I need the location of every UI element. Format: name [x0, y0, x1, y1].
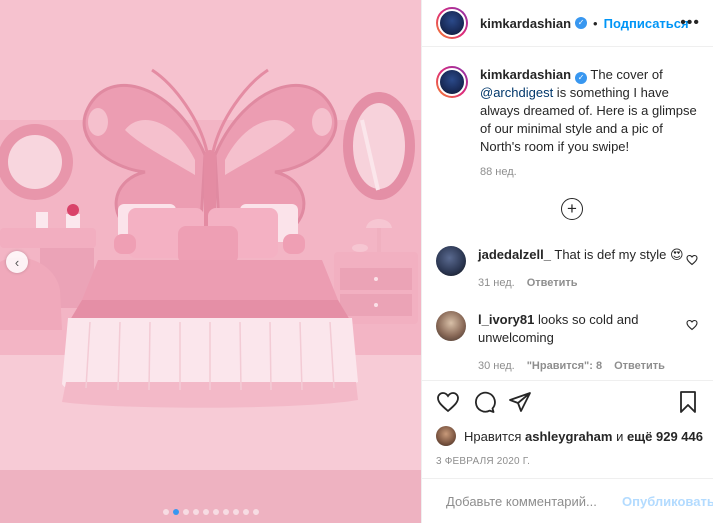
more-options-icon[interactable]: ••• — [680, 14, 700, 32]
follow-button[interactable]: Подписаться — [604, 16, 689, 31]
comment-username[interactable]: l_ivory81 — [478, 312, 534, 327]
comment-meta: 31 нед. Ответить — [478, 274, 688, 292]
comment-bubble-icon[interactable] — [472, 390, 496, 414]
comment-like-heart-icon[interactable] — [686, 319, 698, 331]
plus-icon: + — [567, 199, 577, 218]
bookmark-icon[interactable] — [676, 390, 700, 414]
caption-author-avatar[interactable] — [436, 66, 468, 98]
carousel-dot — [222, 509, 229, 515]
liker-avatar[interactable] — [436, 426, 456, 446]
likes-count-link[interactable]: ещё 929 446 — [627, 429, 703, 444]
carousel-dot — [162, 509, 169, 515]
caption-text-before: The cover of — [587, 67, 663, 82]
verified-badge-icon: ✓ — [575, 17, 588, 29]
comment-like-heart-icon[interactable] — [686, 254, 698, 266]
oval-mirror — [343, 92, 415, 200]
instagram-post-modal: ‹ kimkardashian ✓ • Подписаться ••• kimk… — [0, 0, 713, 523]
post-date[interactable]: 3 ФЕВРАЛЯ 2020 Г. — [436, 456, 530, 467]
post-header: kimkardashian ✓ • Подписаться ••• — [422, 0, 713, 47]
round-mirror — [0, 124, 73, 200]
comment-likes-count[interactable]: "Нравится": 8 — [527, 360, 602, 372]
carousel-prev-button[interactable]: ‹ — [6, 251, 28, 273]
post-caption: kimkardashian ✓ The cover of @archdigest … — [436, 66, 702, 178]
commenter-avatar[interactable] — [436, 311, 466, 341]
likes-joiner: и — [616, 428, 624, 444]
post-side-panel: kimkardashian ✓ • Подписаться ••• kimkar… — [421, 0, 713, 523]
comment-text: That is def my style 😍 — [554, 247, 684, 262]
commenter-avatar[interactable] — [436, 246, 466, 276]
caption-timestamp[interactable]: 88 нед. — [480, 166, 702, 178]
liker-username[interactable]: ashleygraham — [525, 429, 612, 444]
caption-text: kimkardashian ✓ The cover of @archdigest … — [480, 66, 702, 156]
header-separator: • — [593, 15, 598, 31]
comment-item: l_ivory81 looks so cold and unwelcoming … — [436, 311, 706, 375]
carousel-dot — [172, 509, 179, 515]
publish-comment-button[interactable]: Опубликовать — [622, 494, 713, 509]
author-username[interactable]: kimkardashian — [480, 16, 571, 31]
comment-item: jadedalzell_ That is def my style 😍 31 н… — [436, 246, 706, 292]
load-more-comments-button[interactable]: + — [561, 198, 583, 220]
comment-timestamp[interactable]: 30 нед. — [478, 360, 515, 372]
bed — [62, 260, 358, 408]
likes-prefix: Нравится — [464, 428, 522, 444]
comment-meta: 30 нед. "Нравится": 8 Ответить — [478, 357, 688, 375]
reply-button[interactable]: Ответить — [527, 277, 578, 289]
author-avatar[interactable] — [436, 7, 468, 39]
share-paper-plane-icon[interactable] — [508, 390, 532, 414]
carousel-dot — [202, 509, 209, 515]
chevron-left-icon: ‹ — [14, 254, 20, 270]
add-comment-bar: Опубликовать — [422, 478, 713, 523]
comment-username[interactable]: jadedalzell_ — [478, 247, 551, 262]
bedroom-illustration — [0, 0, 421, 523]
carousel-dot — [192, 509, 199, 515]
caption-mention-link[interactable]: @archdigest — [480, 85, 553, 100]
post-actions-bar — [422, 380, 713, 424]
likes-summary: Нравится ashleygraham и ещё 929 446 — [436, 426, 703, 446]
post-photo[interactable]: ‹ — [0, 0, 421, 523]
add-comment-input[interactable] — [446, 493, 622, 509]
like-heart-icon[interactable] — [436, 390, 460, 414]
reply-button[interactable]: Ответить — [614, 360, 665, 372]
carousel-dot — [212, 509, 219, 515]
carousel-dot — [232, 509, 239, 515]
carousel-dot — [252, 509, 259, 515]
verified-badge-icon: ✓ — [575, 72, 588, 84]
carousel-dot — [182, 509, 189, 515]
carousel-dot — [242, 509, 249, 515]
comment-timestamp[interactable]: 31 нед. — [478, 277, 515, 289]
caption-username[interactable]: kimkardashian — [480, 67, 571, 82]
carousel-indicator — [0, 509, 421, 515]
